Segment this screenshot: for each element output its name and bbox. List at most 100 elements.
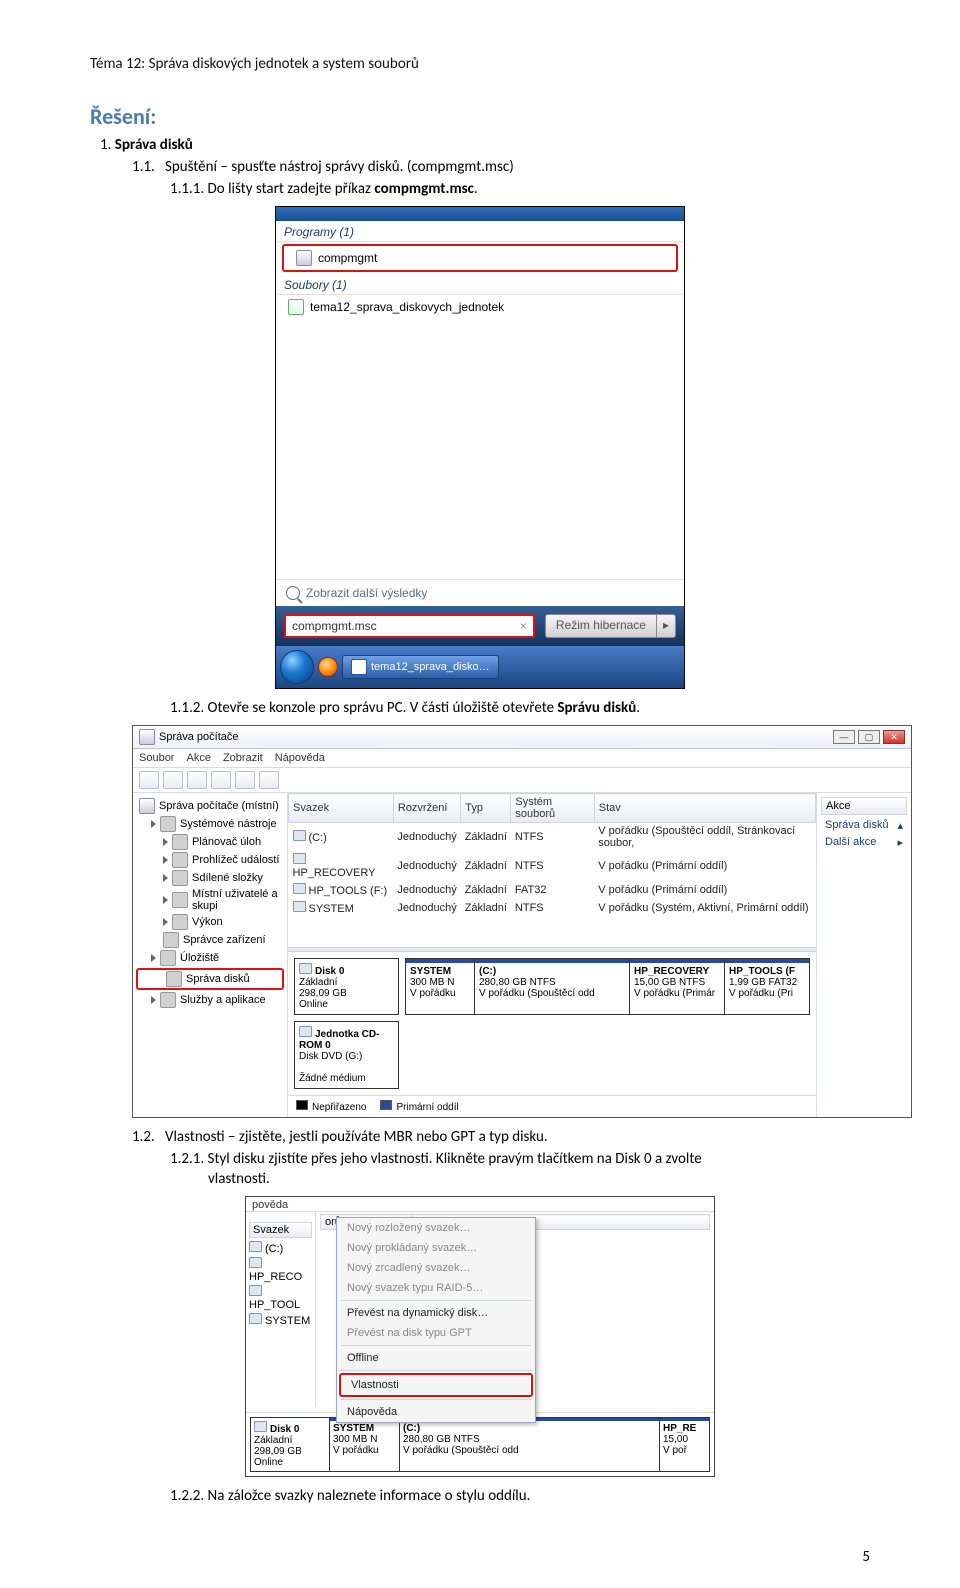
disk0-header[interactable]: Disk 0 Základní 298,09 GB Online	[250, 1417, 330, 1472]
task-word[interactable]: tema12_sprava_disko…	[342, 655, 499, 679]
text: 1.1.2. Otevře se konzole pro správu PC. …	[170, 699, 557, 717]
folder-icon	[172, 870, 188, 886]
part-size: 280,80 GB NTFS	[479, 977, 556, 988]
label: compmgmt	[318, 251, 377, 265]
col-status[interactable]: Stav	[594, 794, 815, 823]
partition[interactable]: HP_TOOLS (F1,99 GB FAT32V pořádku (Pri	[725, 958, 810, 1015]
start-orb[interactable]	[280, 650, 314, 684]
list-item[interactable]: HP_RECO	[249, 1256, 312, 1284]
power-options-arrow[interactable]: ▸	[656, 614, 676, 638]
list-item[interactable]: HP_TOOL	[249, 1284, 312, 1312]
action-more[interactable]: Další akce▸	[821, 834, 907, 851]
hibernate-button[interactable]: Režim hibernace	[545, 614, 656, 638]
tree-services[interactable]: Služby a aplikace	[135, 991, 285, 1009]
event-icon	[172, 852, 188, 868]
tree-shared[interactable]: Sdílené složky	[135, 869, 285, 887]
tool-button[interactable]	[235, 771, 255, 789]
clear-icon[interactable]: ×	[520, 619, 527, 633]
ctx-new-raid5[interactable]: Nový svazek typu RAID-5…	[337, 1278, 535, 1298]
expand-icon	[163, 838, 168, 846]
disk-size: 298,09 GB	[299, 988, 347, 999]
partition[interactable]: SYSTEM300 MB NV pořádku	[405, 958, 475, 1015]
menu-help-partial[interactable]: pověda	[252, 1199, 288, 1211]
tree-eventvwr[interactable]: Prohlížeč událostí	[135, 851, 285, 869]
partition[interactable]: SYSTEM300 MB NV pořádku	[330, 1417, 400, 1472]
ctx-convert-dynamic[interactable]: Převést na dynamický disk…	[337, 1303, 535, 1323]
tree-users[interactable]: Místní uživatelé a skupi	[135, 887, 285, 913]
ctx-properties[interactable]: Vlastnosti	[339, 1373, 533, 1397]
start-search-input[interactable]: compmgmt.msc ×	[284, 614, 535, 638]
part-name: SYSTEM	[410, 966, 451, 977]
col-volume[interactable]: Svazek	[289, 794, 394, 823]
screenshot-context-menu: pověda Svazek (C:) HP_RECO HP_TOOL SYSTE…	[90, 1196, 870, 1477]
tool-button[interactable]	[259, 771, 279, 789]
separator	[341, 1399, 531, 1400]
help-button[interactable]	[211, 771, 231, 789]
refresh-button[interactable]	[187, 771, 207, 789]
result-compmgmt[interactable]: compmgmt	[282, 244, 678, 272]
swatch-unalloc	[296, 1100, 308, 1110]
result-file[interactable]: tema12_sprava_diskovych_jednotek	[276, 295, 684, 319]
ctx-offline[interactable]: Offline	[337, 1348, 535, 1368]
fragment-menubar: pověda	[246, 1197, 714, 1212]
partition[interactable]: (C:)280,80 GB NTFSV pořádku (Spouštěcí o…	[475, 958, 630, 1015]
table-row[interactable]: HP_RECOVERYJednoduchýZákladníNTFSV pořád…	[289, 851, 816, 881]
expand-icon	[163, 856, 168, 864]
expand-icon	[151, 820, 156, 828]
minimize-button[interactable]: —	[833, 730, 855, 744]
col-layout[interactable]: Rozvržení	[393, 794, 460, 823]
drive-icon	[293, 901, 306, 912]
part-status: V pořádku (Spouštěcí odd	[403, 1445, 519, 1456]
tree-system-tools[interactable]: Systémové nástroje	[135, 815, 285, 833]
cdrom-header[interactable]: Jednotka CD-ROM 0 Disk DVD (G:) Žádné mé…	[294, 1021, 399, 1089]
step-1-2-1-cont: vlastnosti.	[208, 1170, 870, 1188]
list-item[interactable]: SYSTEM	[249, 1312, 312, 1328]
close-button[interactable]: ✕	[883, 730, 905, 744]
partition[interactable]: (C:)280,80 GB NTFSV pořádku (Spouštěcí o…	[400, 1417, 660, 1472]
label: Prohlížeč událostí	[192, 854, 279, 866]
cell: Základní	[461, 851, 511, 881]
ctx-new-spanned[interactable]: Nový rozložený svazek…	[337, 1218, 535, 1238]
col-header[interactable]: Svazek	[249, 1222, 312, 1238]
col-type[interactable]: Typ	[461, 794, 511, 823]
list-item[interactable]: (C:)	[249, 1240, 312, 1256]
tree-perf[interactable]: Výkon	[135, 913, 285, 931]
part-name: HP_RE	[663, 1423, 696, 1434]
col-fs[interactable]: Systém souborů	[511, 794, 594, 823]
firefox-icon[interactable]	[318, 657, 338, 677]
table-row[interactable]: SYSTEMJednoduchýZákladníNTFSV pořádku (S…	[289, 899, 816, 917]
tree-scheduler[interactable]: Plánovač úloh	[135, 833, 285, 851]
menu-view[interactable]: Zobrazit	[223, 752, 263, 764]
tree-disk-mgmt[interactable]: Správa disků	[136, 968, 284, 990]
tree-root[interactable]: Správa počítače (místní)	[135, 797, 285, 815]
users-icon	[172, 892, 188, 908]
forward-button[interactable]	[163, 771, 183, 789]
tree-storage[interactable]: Úložiště	[135, 949, 285, 967]
menu-file[interactable]: Soubor	[139, 752, 174, 764]
ctx-help[interactable]: Nápověda	[337, 1402, 535, 1422]
disk0-header[interactable]: Disk 0 Základní 298,09 GB Online	[294, 958, 399, 1015]
ctx-convert-gpt[interactable]: Převést na disk typu GPT	[337, 1323, 535, 1343]
table-row[interactable]: (C:)JednoduchýZákladníNTFSV pořádku (Spo…	[289, 823, 816, 852]
drive-icon	[293, 853, 306, 864]
text: 1.2.2. Na záložce svazky naleznete infor…	[170, 1487, 530, 1505]
label: Výkon	[192, 916, 223, 928]
more-results[interactable]: Zobrazit další výsledky	[276, 579, 684, 606]
dot: .	[474, 180, 478, 198]
ctx-new-striped[interactable]: Nový prokládaný svazek…	[337, 1238, 535, 1258]
back-button[interactable]	[139, 771, 159, 789]
ctx-new-mirrored[interactable]: Nový zrcadlený svazek…	[337, 1258, 535, 1278]
action-diskmgmt[interactable]: Správa disků▴	[821, 817, 907, 834]
table-row[interactable]: HP_TOOLS (F:)JednoduchýZákladníFAT32V po…	[289, 881, 816, 899]
menu-action[interactable]: Akce	[186, 752, 210, 764]
maximize-button[interactable]: ▢	[858, 730, 880, 744]
partition[interactable]: HP_RECOVERY15,00 GB NTFSV pořádku (Primá…	[630, 958, 725, 1015]
titlebar: Správa počítače — ▢ ✕	[133, 726, 911, 749]
menu-help[interactable]: Nápověda	[275, 752, 325, 764]
label: (C:)	[265, 1243, 283, 1255]
partition[interactable]: HP_RE15,00V poř	[660, 1417, 710, 1472]
part-status: V pořádku (Spouštěcí odd	[479, 988, 595, 999]
num: 1.	[100, 136, 111, 154]
tree-devmgr[interactable]: Správce zařízení	[135, 931, 285, 949]
expand-icon	[163, 874, 168, 882]
